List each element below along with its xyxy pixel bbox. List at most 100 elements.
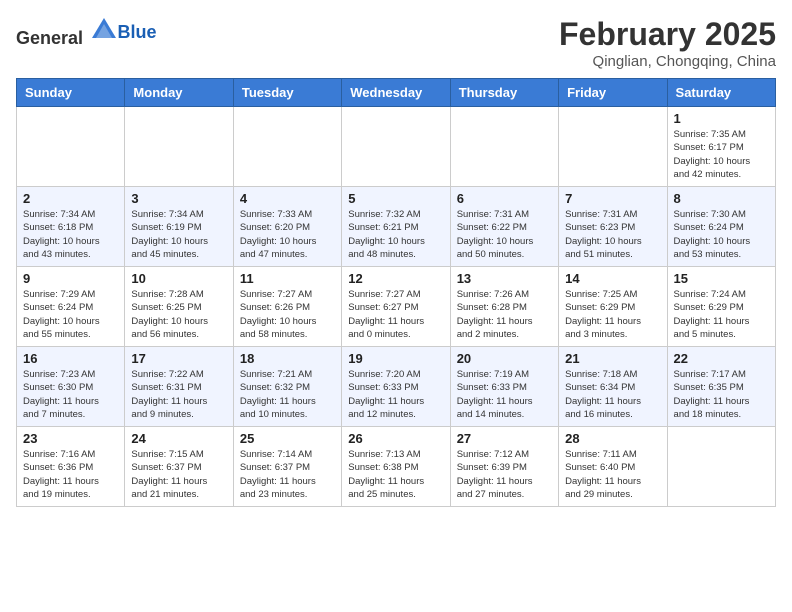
logo-blue-text: Blue: [118, 22, 157, 42]
calendar-cell: [667, 427, 775, 507]
month-title: February 2025: [559, 16, 776, 53]
calendar-cell: 18Sunrise: 7:21 AM Sunset: 6:32 PM Dayli…: [233, 347, 341, 427]
weekday-header: Saturday: [667, 79, 775, 107]
day-info: Sunrise: 7:28 AM Sunset: 6:25 PM Dayligh…: [131, 288, 226, 341]
day-info: Sunrise: 7:35 AM Sunset: 6:17 PM Dayligh…: [674, 128, 769, 181]
day-number: 25: [240, 431, 335, 446]
header: General Blue February 2025 Qinglian, Cho…: [16, 16, 776, 70]
day-info: Sunrise: 7:23 AM Sunset: 6:30 PM Dayligh…: [23, 368, 118, 421]
weekday-header: Monday: [125, 79, 233, 107]
calendar-cell: 4 Sunrise: 7:33 AM Sunset: 6:20 PM Daylig…: [233, 187, 341, 267]
day-number: 28: [565, 431, 660, 446]
day-number: 26: [348, 431, 443, 446]
day-number: 4: [240, 191, 335, 206]
calendar-cell: 25 Sunrise: 7:14 AM Sunset: 6:37 PM Dayli…: [233, 427, 341, 507]
day-number: 8: [674, 191, 769, 206]
day-info: Sunrise: 7:25 AM Sunset: 6:29 PM Dayligh…: [565, 288, 660, 341]
day-info: Sunrise: 7:24 AM Sunset: 6:29 PM Dayligh…: [674, 288, 769, 341]
day-info: Sunrise: 7:15 AM Sunset: 6:37 PM Dayligh…: [131, 448, 226, 501]
day-info: Sunrise: 7:27 AM Sunset: 6:26 PM Dayligh…: [240, 288, 335, 341]
day-info: Sunrise: 7:14 AM Sunset: 6:37 PM Dayligh…: [240, 448, 335, 501]
weekday-header-row: SundayMondayTuesdayWednesdayThursdayFrid…: [17, 79, 776, 107]
day-info: Sunrise: 7:20 AM Sunset: 6:33 PM Dayligh…: [348, 368, 443, 421]
day-number: 21: [565, 351, 660, 366]
calendar-week-row: 23Sunrise: 7:16 AM Sunset: 6:36 PM Dayli…: [17, 427, 776, 507]
day-info: Sunrise: 7:30 AM Sunset: 6:24 PM Dayligh…: [674, 208, 769, 261]
day-number: 15: [674, 271, 769, 286]
calendar-cell: 20 Sunrise: 7:19 AM Sunset: 6:33 PM Dayli…: [450, 347, 558, 427]
day-info: Sunrise: 7:31 AM Sunset: 6:22 PM Dayligh…: [457, 208, 552, 261]
calendar-week-row: 1 Sunrise: 7:35 AM Sunset: 6:17 PM Daylig…: [17, 107, 776, 187]
day-info: Sunrise: 7:32 AM Sunset: 6:21 PM Dayligh…: [348, 208, 443, 261]
day-info: Sunrise: 7:22 AM Sunset: 6:31 PM Dayligh…: [131, 368, 226, 421]
day-number: 19: [348, 351, 443, 366]
calendar-cell: 15 Sunrise: 7:24 AM Sunset: 6:29 PM Dayli…: [667, 267, 775, 347]
calendar-cell: 13 Sunrise: 7:26 AM Sunset: 6:28 PM Dayli…: [450, 267, 558, 347]
calendar-cell: 16Sunrise: 7:23 AM Sunset: 6:30 PM Dayli…: [17, 347, 125, 427]
day-info: Sunrise: 7:29 AM Sunset: 6:24 PM Dayligh…: [23, 288, 118, 341]
calendar-cell: 22 Sunrise: 7:17 AM Sunset: 6:35 PM Dayli…: [667, 347, 775, 427]
logo-icon: [90, 16, 118, 44]
calendar-cell: 23Sunrise: 7:16 AM Sunset: 6:36 PM Dayli…: [17, 427, 125, 507]
day-info: Sunrise: 7:27 AM Sunset: 6:27 PM Dayligh…: [348, 288, 443, 341]
day-number: 9: [23, 271, 118, 286]
location-title: Qinglian, Chongqing, China: [559, 53, 776, 70]
title-area: February 2025 Qinglian, Chongqing, China: [559, 16, 776, 70]
calendar-cell: 7Sunrise: 7:31 AM Sunset: 6:23 PM Daylig…: [559, 187, 667, 267]
calendar-week-row: 2 Sunrise: 7:34 AM Sunset: 6:18 PM Daylig…: [17, 187, 776, 267]
day-number: 2: [23, 191, 118, 206]
calendar-cell: [233, 107, 341, 187]
weekday-header: Sunday: [17, 79, 125, 107]
day-number: 12: [348, 271, 443, 286]
weekday-header: Tuesday: [233, 79, 341, 107]
day-number: 27: [457, 431, 552, 446]
calendar-week-row: 16Sunrise: 7:23 AM Sunset: 6:30 PM Dayli…: [17, 347, 776, 427]
calendar-week-row: 9 Sunrise: 7:29 AM Sunset: 6:24 PM Daylig…: [17, 267, 776, 347]
day-number: 5: [348, 191, 443, 206]
calendar-cell: 9 Sunrise: 7:29 AM Sunset: 6:24 PM Daylig…: [17, 267, 125, 347]
day-number: 10: [131, 271, 226, 286]
calendar-cell: 8 Sunrise: 7:30 AM Sunset: 6:24 PM Daylig…: [667, 187, 775, 267]
calendar-cell: [450, 107, 558, 187]
day-info: Sunrise: 7:13 AM Sunset: 6:38 PM Dayligh…: [348, 448, 443, 501]
day-info: Sunrise: 7:21 AM Sunset: 6:32 PM Dayligh…: [240, 368, 335, 421]
calendar-cell: 28 Sunrise: 7:11 AM Sunset: 6:40 PM Dayli…: [559, 427, 667, 507]
calendar-cell: 10 Sunrise: 7:28 AM Sunset: 6:25 PM Dayli…: [125, 267, 233, 347]
day-info: Sunrise: 7:11 AM Sunset: 6:40 PM Dayligh…: [565, 448, 660, 501]
day-info: Sunrise: 7:12 AM Sunset: 6:39 PM Dayligh…: [457, 448, 552, 501]
day-info: Sunrise: 7:19 AM Sunset: 6:33 PM Dayligh…: [457, 368, 552, 421]
calendar-cell: 6 Sunrise: 7:31 AM Sunset: 6:22 PM Daylig…: [450, 187, 558, 267]
calendar-cell: 2 Sunrise: 7:34 AM Sunset: 6:18 PM Daylig…: [17, 187, 125, 267]
calendar-cell: 17 Sunrise: 7:22 AM Sunset: 6:31 PM Dayli…: [125, 347, 233, 427]
weekday-header: Thursday: [450, 79, 558, 107]
day-info: Sunrise: 7:31 AM Sunset: 6:23 PM Dayligh…: [565, 208, 660, 261]
day-number: 1: [674, 111, 769, 126]
day-info: Sunrise: 7:18 AM Sunset: 6:34 PM Dayligh…: [565, 368, 660, 421]
day-number: 17: [131, 351, 226, 366]
calendar-cell: 14 Sunrise: 7:25 AM Sunset: 6:29 PM Dayli…: [559, 267, 667, 347]
calendar-cell: 11Sunrise: 7:27 AM Sunset: 6:26 PM Dayli…: [233, 267, 341, 347]
day-number: 14: [565, 271, 660, 286]
day-number: 13: [457, 271, 552, 286]
calendar-cell: [125, 107, 233, 187]
day-info: Sunrise: 7:33 AM Sunset: 6:20 PM Dayligh…: [240, 208, 335, 261]
calendar-cell: 3Sunrise: 7:34 AM Sunset: 6:19 PM Daylig…: [125, 187, 233, 267]
weekday-header: Wednesday: [342, 79, 450, 107]
calendar-cell: [559, 107, 667, 187]
calendar-cell: 24 Sunrise: 7:15 AM Sunset: 6:37 PM Dayli…: [125, 427, 233, 507]
day-info: Sunrise: 7:17 AM Sunset: 6:35 PM Dayligh…: [674, 368, 769, 421]
calendar-cell: 5 Sunrise: 7:32 AM Sunset: 6:21 PM Daylig…: [342, 187, 450, 267]
day-number: 6: [457, 191, 552, 206]
calendar-cell: 27 Sunrise: 7:12 AM Sunset: 6:39 PM Dayli…: [450, 427, 558, 507]
day-number: 23: [23, 431, 118, 446]
day-info: Sunrise: 7:34 AM Sunset: 6:18 PM Dayligh…: [23, 208, 118, 261]
calendar-cell: 21 Sunrise: 7:18 AM Sunset: 6:34 PM Dayli…: [559, 347, 667, 427]
calendar-cell: [17, 107, 125, 187]
calendar-cell: 12 Sunrise: 7:27 AM Sunset: 6:27 PM Dayli…: [342, 267, 450, 347]
calendar-cell: 26 Sunrise: 7:13 AM Sunset: 6:38 PM Dayli…: [342, 427, 450, 507]
day-info: Sunrise: 7:26 AM Sunset: 6:28 PM Dayligh…: [457, 288, 552, 341]
weekday-header: Friday: [559, 79, 667, 107]
day-number: 22: [674, 351, 769, 366]
day-number: 20: [457, 351, 552, 366]
day-number: 24: [131, 431, 226, 446]
